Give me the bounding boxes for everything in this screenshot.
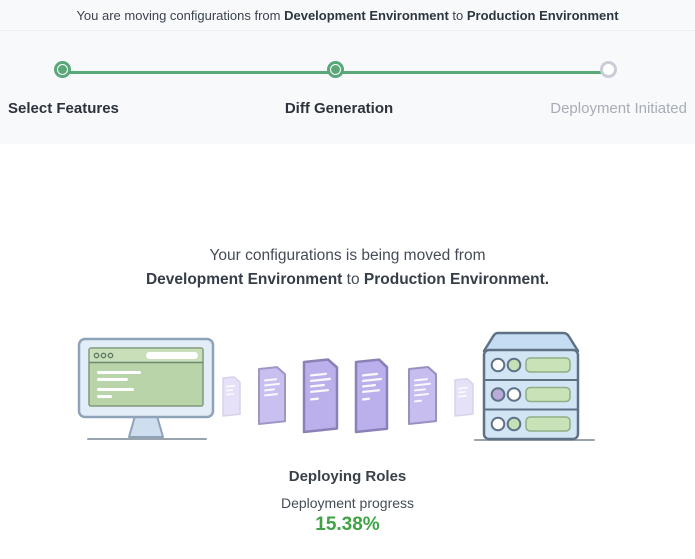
server-icon (474, 331, 595, 441)
migration-banner: You are moving configurations from Devel… (0, 0, 695, 31)
status-title: Deploying Roles (288, 468, 407, 485)
stepper-connector-2 (339, 71, 611, 74)
message-source-env: Development Environment (145, 271, 343, 288)
step-dot (331, 65, 340, 74)
step-indicator-select-features (54, 61, 71, 78)
banner-target-env: Production Environment (466, 7, 619, 23)
step-label-select-features: Select Features (8, 100, 119, 117)
step-dot (58, 65, 67, 74)
stepper-connector-1 (66, 71, 339, 74)
step-indicator-deployment-initiated (600, 61, 617, 78)
banner-connector: to (452, 7, 464, 23)
step-indicator-diff-generation (327, 61, 344, 78)
migration-message: Your configurations is being moved from D… (0, 244, 695, 292)
monitor-icon (77, 337, 215, 440)
message-target-env: Production Environment. (363, 271, 550, 288)
message-line1: Your configurations is being moved from (209, 247, 486, 264)
step-label-diff-generation: Diff Generation (284, 100, 394, 117)
banner-prefix: You are moving configurations from (76, 7, 281, 23)
step-label-deployment-initiated: Deployment Initiated (550, 100, 687, 117)
progress-label: Deployment progress (280, 495, 415, 511)
progress-value: 15.38% (315, 514, 380, 535)
wizard-header-section: You are moving configurations from Devel… (0, 0, 695, 144)
message-connector: to (346, 271, 360, 288)
banner-source-env: Development Environment (284, 7, 449, 23)
moving-documents-icon (222, 358, 474, 434)
